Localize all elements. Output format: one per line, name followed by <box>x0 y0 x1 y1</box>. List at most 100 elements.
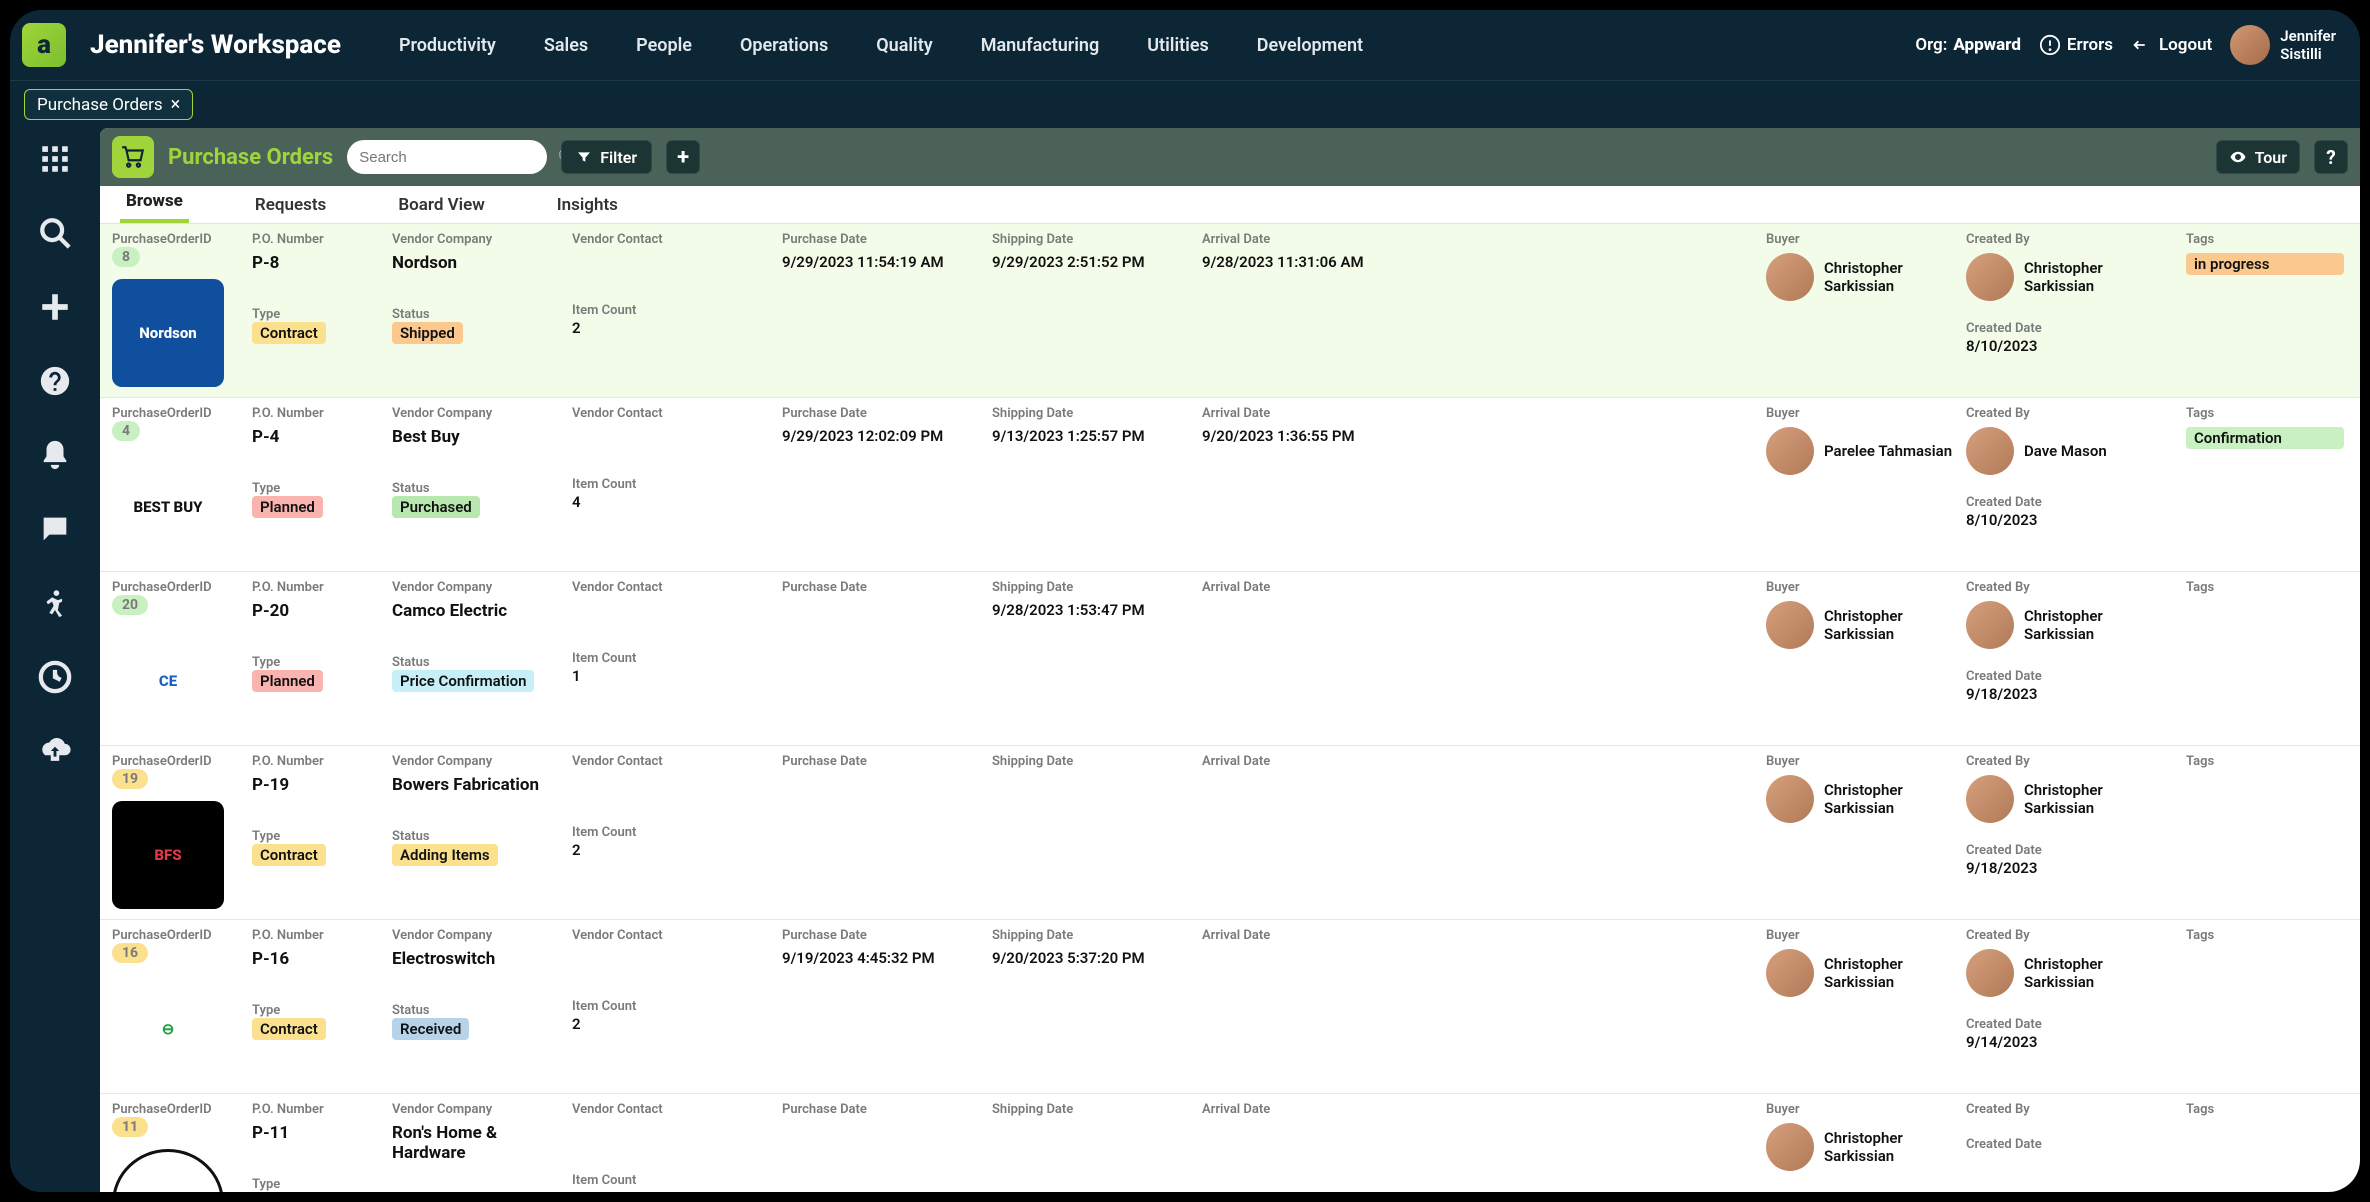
created-date: 9/18/2023 <box>1966 685 2037 703</box>
po-id-pill: 20 <box>112 595 148 615</box>
po-id-pill: 19 <box>112 769 148 789</box>
type-chip: Contract <box>252 844 326 866</box>
tab-insights[interactable]: Insights <box>551 187 624 223</box>
cloud-upload-icon[interactable] <box>38 734 72 768</box>
vendor-logo: ✕ <box>112 1149 224 1192</box>
user-avatar-icon <box>2230 25 2270 65</box>
nav-link-quality[interactable]: Quality <box>876 35 932 56</box>
tab-requests[interactable]: Requests <box>249 187 332 223</box>
apps-grid-icon[interactable] <box>38 142 72 176</box>
type-chip: Contract <box>252 1018 326 1040</box>
nav-link-people[interactable]: People <box>636 35 692 56</box>
tab-chip-purchase-orders[interactable]: Purchase Orders × <box>24 89 193 120</box>
purchase-date: 9/29/2023 11:54:19 AM <box>782 253 980 271</box>
order-row[interactable]: PurchaseOrderID 4 BEST BUY P.O. Number P… <box>100 398 2360 572</box>
type-chip: Planned <box>252 670 323 692</box>
status-chip: Price Confirmation <box>392 670 534 692</box>
po-id-pill: 11 <box>112 1117 148 1137</box>
created-by-person: Christopher Sarkissian <box>1966 775 2174 823</box>
tour-button[interactable]: Tour <box>2216 140 2300 174</box>
close-icon[interactable]: × <box>171 94 181 115</box>
help-button[interactable]: ? <box>2314 140 2348 174</box>
shipping-date: 9/13/2023 1:25:57 PM <box>992 427 1190 445</box>
item-count: 2 <box>572 841 581 859</box>
user-name-label: Jennifer Sistilli <box>2280 27 2336 63</box>
shipping-date: 9/29/2023 2:51:52 PM <box>992 253 1190 271</box>
po-number: P-8 <box>252 253 380 273</box>
col-label: PurchaseOrderID 11 <box>112 1102 240 1137</box>
vendor-logo: BEST BUY <box>112 453 224 561</box>
purchase-date: 9/29/2023 12:02:09 PM <box>782 427 980 445</box>
vendor-logo: ⊖ <box>112 975 224 1083</box>
po-number: P-16 <box>252 949 380 969</box>
buyer-person: Parelee Tahmasian <box>1766 427 1954 475</box>
vendor-company: Bowers Fabrication <box>392 775 560 795</box>
arrival-date: 9/28/2023 11:31:06 AM <box>1202 253 1400 271</box>
avatar-icon <box>1966 601 2014 649</box>
buyer-person: Christopher Sarkissian <box>1766 1123 1954 1171</box>
run-icon[interactable] <box>38 586 72 620</box>
status-chip: Purchased <box>392 496 480 518</box>
add-button[interactable]: + <box>666 140 700 174</box>
tab-board-view[interactable]: Board View <box>392 187 490 223</box>
created-date: 9/14/2023 <box>1966 1033 2037 1051</box>
tab-browse[interactable]: Browse <box>120 183 189 223</box>
order-list[interactable]: PurchaseOrderID 8 Nordson P.O. Number P-… <box>100 224 2360 1192</box>
order-row[interactable]: PurchaseOrderID 19 BFS P.O. Number P-19 … <box>100 746 2360 920</box>
vendor-company: Nordson <box>392 253 560 273</box>
app-logo-icon[interactable]: a <box>22 23 66 67</box>
filter-button[interactable]: Filter <box>561 140 652 174</box>
avatar-icon <box>1966 253 2014 301</box>
nav-link-utilities[interactable]: Utilities <box>1147 35 1209 56</box>
created-by-person: Dave Mason <box>1966 427 2174 475</box>
nav-link-manufacturing[interactable]: Manufacturing <box>981 35 1100 56</box>
col-label: PurchaseOrderID 19 <box>112 754 240 789</box>
search-input[interactable] <box>359 149 558 166</box>
help-icon[interactable] <box>38 364 72 398</box>
avatar-icon <box>1766 253 1814 301</box>
buyer-person: Christopher Sarkissian <box>1766 253 1954 301</box>
avatar-icon <box>1966 775 2014 823</box>
bell-icon[interactable] <box>38 438 72 472</box>
avatar-icon <box>1766 1123 1814 1171</box>
order-row[interactable]: PurchaseOrderID 11 ✕ P.O. Number P-11 Ty… <box>100 1094 2360 1192</box>
item-count: 2 <box>572 1015 581 1033</box>
created-by-person: Christopher Sarkissian <box>1966 253 2174 301</box>
col-label: PurchaseOrderID 20 <box>112 580 240 615</box>
col-label: PurchaseOrderID 8 <box>112 232 240 267</box>
status-chip: Shipped <box>392 322 463 344</box>
user-menu[interactable]: Jennifer Sistilli <box>2230 25 2336 65</box>
po-number: P-4 <box>252 427 380 447</box>
chat-icon[interactable] <box>38 512 72 546</box>
order-row[interactable]: PurchaseOrderID 8 Nordson P.O. Number P-… <box>100 224 2360 398</box>
org-label: Org:Appward <box>1915 35 2021 55</box>
nav-link-operations[interactable]: Operations <box>740 35 828 56</box>
arrival-date: 9/20/2023 1:36:55 PM <box>1202 427 1400 445</box>
view-tabs: Browse Requests Board View Insights <box>100 186 2360 224</box>
clock-icon[interactable] <box>38 660 72 694</box>
order-row[interactable]: PurchaseOrderID 20 CE P.O. Number P-20 T… <box>100 572 2360 746</box>
top-nav: a Jennifer's Workspace Productivity Sales… <box>10 10 2360 80</box>
workspace-title: Jennifer's Workspace <box>90 30 341 60</box>
order-row[interactable]: PurchaseOrderID 16 ⊖ P.O. Number P-16 Ty… <box>100 920 2360 1094</box>
status-chip: Adding Items <box>392 844 498 866</box>
module-title: Purchase Orders <box>168 145 333 170</box>
buyer-person: Christopher Sarkissian <box>1766 775 1954 823</box>
search-input-wrap[interactable]: 🔍 <box>347 140 547 174</box>
avatar-icon <box>1766 601 1814 649</box>
nav-link-productivity[interactable]: Productivity <box>399 35 496 56</box>
po-number: P-19 <box>252 775 380 795</box>
logout-button[interactable]: Logout <box>2131 34 2212 56</box>
search-icon[interactable] <box>38 216 72 250</box>
workspace-subnav: Purchase Orders × <box>10 80 2360 128</box>
add-icon[interactable] <box>38 290 72 324</box>
nav-link-sales[interactable]: Sales <box>544 35 588 56</box>
item-count: 2 <box>572 319 581 337</box>
po-number: P-11 <box>252 1123 380 1143</box>
created-by-person: Christopher Sarkissian <box>1966 949 2174 997</box>
errors-button[interactable]: Errors <box>2039 34 2113 56</box>
vendor-logo: Nordson <box>112 279 224 387</box>
type-chip: Contract <box>252 322 326 344</box>
nav-link-development[interactable]: Development <box>1257 35 1363 56</box>
buyer-person: Christopher Sarkissian <box>1766 601 1954 649</box>
